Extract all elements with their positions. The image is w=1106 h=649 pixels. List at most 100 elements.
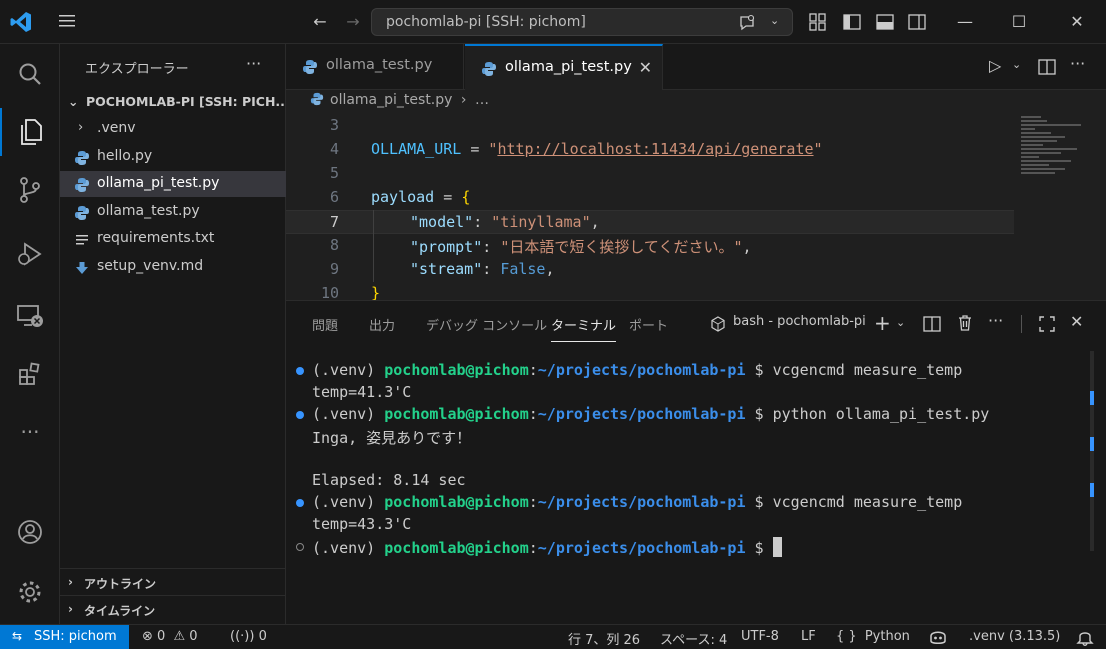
customize-layout-icon[interactable] xyxy=(808,12,828,32)
tree-item-hello-py[interactable]: hello.py xyxy=(60,144,286,170)
tab-ollama-test-py[interactable]: ollama_test.py xyxy=(286,44,464,90)
timeline-section-label: タイムライン xyxy=(84,604,156,618)
minimap[interactable] xyxy=(1021,114,1091,194)
minimize-button[interactable]: — xyxy=(938,0,992,44)
warning-count: 0 xyxy=(189,629,198,644)
eol-status[interactable]: LF xyxy=(801,629,816,644)
activity-run-debug[interactable] xyxy=(0,230,60,278)
tree-item-ollama-test-py[interactable]: ollama_test.py xyxy=(60,199,286,225)
ports-status[interactable]: ((·)) 0 xyxy=(230,629,267,644)
breadcrumb-file[interactable]: ollama_pi_test.py xyxy=(330,92,452,108)
python-file-icon xyxy=(75,151,89,165)
terminal-text: ~/projects/pochomlab-pi xyxy=(537,539,746,557)
language-status[interactable]: { } Python xyxy=(836,629,910,644)
terminal-text: ~/projects/pochomlab-pi xyxy=(537,361,746,379)
command-center[interactable]: pochomlab-pi [SSH: pichom] ⌄ xyxy=(371,8,793,36)
close-panel-icon[interactable]: ✕ xyxy=(1070,312,1083,331)
activity-manage[interactable] xyxy=(0,568,60,616)
panel-tab-terminal[interactable]: ターミナル xyxy=(551,315,617,342)
activity-remote-explorer[interactable] xyxy=(0,292,60,340)
terminal-text: (.venv) xyxy=(312,493,385,511)
code-url-link[interactable]: http://localhost:11434/api/generate xyxy=(497,140,813,158)
panel-tab-ports[interactable]: ポート xyxy=(629,315,668,334)
terminal-text: pochomlab@pichom xyxy=(384,361,529,379)
back-arrow-icon[interactable]: ← xyxy=(310,12,330,32)
outline-section[interactable]: › アウトライン xyxy=(60,568,286,594)
panel-tab-debug-console[interactable]: デバッグ コンソール xyxy=(426,315,547,334)
close-window-button[interactable]: ✕ xyxy=(1050,0,1104,44)
terminal-text: pochomlab@pichom xyxy=(384,493,529,511)
toggle-secondary-sidebar-icon[interactable] xyxy=(907,12,927,32)
trash-icon[interactable] xyxy=(956,314,974,332)
text-file-icon xyxy=(76,235,88,245)
tree-item-setup-venv-md[interactable]: setup_venv.md xyxy=(60,254,286,280)
activity-extensions[interactable] xyxy=(0,350,60,398)
line-number: 8 xyxy=(329,236,339,254)
breadcrumb-symbol[interactable]: … xyxy=(475,92,489,108)
problems-status[interactable]: ⊗ 0 ⚠ 0 xyxy=(142,629,198,644)
terminal-line: Elapsed: 8.14 sec xyxy=(312,471,466,489)
split-terminal-icon[interactable] xyxy=(923,315,941,333)
panel-tab-output[interactable]: 出力 xyxy=(369,315,395,334)
run-file-icon[interactable]: ▷ xyxy=(989,56,1001,75)
command-success-icon[interactable] xyxy=(296,367,304,375)
toggle-primary-sidebar-icon[interactable] xyxy=(842,12,862,32)
panel-tab-problems[interactable]: 問題 xyxy=(312,315,338,334)
split-editor-icon[interactable] xyxy=(1038,58,1056,76)
source-control-icon xyxy=(20,177,40,203)
timeline-section[interactable]: › タイムライン xyxy=(60,595,286,621)
code-token: , xyxy=(742,238,752,256)
terminal-text: : xyxy=(528,493,538,511)
line-number: 5 xyxy=(329,164,339,182)
activity-search[interactable] xyxy=(0,50,60,98)
tree-item-requirements-txt[interactable]: requirements.txt xyxy=(60,226,286,252)
maximize-button[interactable]: ☐ xyxy=(992,0,1046,44)
more-views-icon[interactable]: ··· xyxy=(0,408,60,456)
activity-source-control[interactable] xyxy=(0,166,60,214)
copilot-icon[interactable] xyxy=(928,629,948,646)
more-actions-icon[interactable]: ··· xyxy=(246,54,261,73)
remote-indicator[interactable]: ⇆ SSH: pichom xyxy=(0,625,129,649)
explorer-title: エクスプローラー xyxy=(85,62,189,77)
more-actions-icon[interactable]: ··· xyxy=(988,311,1003,330)
remote-icon: ⇆ xyxy=(12,629,23,643)
python-interpreter-status[interactable]: .venv (3.13.5) xyxy=(969,629,1060,644)
chevron-down-icon[interactable]: ⌄ xyxy=(896,316,905,329)
code-line: 5 xyxy=(286,162,1014,186)
toggle-panel-icon[interactable] xyxy=(875,12,895,32)
activity-accounts[interactable] xyxy=(0,508,60,556)
terminal-line: (.venv) pochomlab@pichom:~/projects/poch… xyxy=(312,493,962,515)
line-number: 4 xyxy=(329,140,339,158)
chevron-down-icon[interactable]: ⌄ xyxy=(1012,58,1021,71)
chevron-down-icon[interactable]: ⌄ xyxy=(770,14,779,27)
tree-item-label: ollama_test.py xyxy=(97,203,200,219)
workspace-root-folder[interactable]: ⌄ POCHOMLAB-PI [SSH: PICH... xyxy=(60,90,290,114)
tree-item-label: ollama_pi_test.py xyxy=(97,175,220,191)
command-success-icon[interactable] xyxy=(296,411,304,419)
close-tab-icon[interactable]: ✕ xyxy=(639,58,652,77)
cursor-position[interactable]: 行 7、列 26 xyxy=(568,629,640,648)
activity-explorer[interactable] xyxy=(0,108,60,156)
indentation-status[interactable]: スペース: 4 xyxy=(660,629,727,648)
maximize-panel-icon[interactable] xyxy=(1038,315,1056,333)
terminal-text: pochomlab@pichom xyxy=(384,405,529,423)
terminal-text: $ xyxy=(745,405,773,423)
copilot-chat-icon[interactable] xyxy=(738,14,756,32)
forward-arrow-icon[interactable]: → xyxy=(343,12,363,32)
tab-ollama-pi-test-py[interactable]: ollama_pi_test.py ✕ xyxy=(465,44,663,90)
tree-item-ollama-pi-test-py[interactable]: ollama_pi_test.py xyxy=(60,171,286,197)
python-file-icon xyxy=(75,178,89,192)
terminal-instance-name[interactable]: bash - pochomlab-pi xyxy=(733,314,866,329)
window-title: pochomlab-pi [SSH: pichom] xyxy=(386,14,586,30)
chevron-down-icon: ⌄ xyxy=(68,94,79,109)
remote-label: SSH: pichom xyxy=(34,629,117,644)
command-success-icon[interactable] xyxy=(296,499,304,507)
encoding-status[interactable]: UTF-8 xyxy=(741,629,779,644)
terminal-line: (.venv) pochomlab@pichom:~/projects/poch… xyxy=(312,405,989,427)
more-actions-icon[interactable]: ··· xyxy=(1070,54,1085,73)
tab-label: ollama_pi_test.py xyxy=(505,59,632,75)
menu-icon[interactable] xyxy=(58,13,76,29)
new-terminal-icon[interactable]: + xyxy=(874,311,891,335)
tree-item-venv[interactable]: › .venv xyxy=(60,116,286,142)
bell-icon[interactable] xyxy=(1076,629,1094,646)
